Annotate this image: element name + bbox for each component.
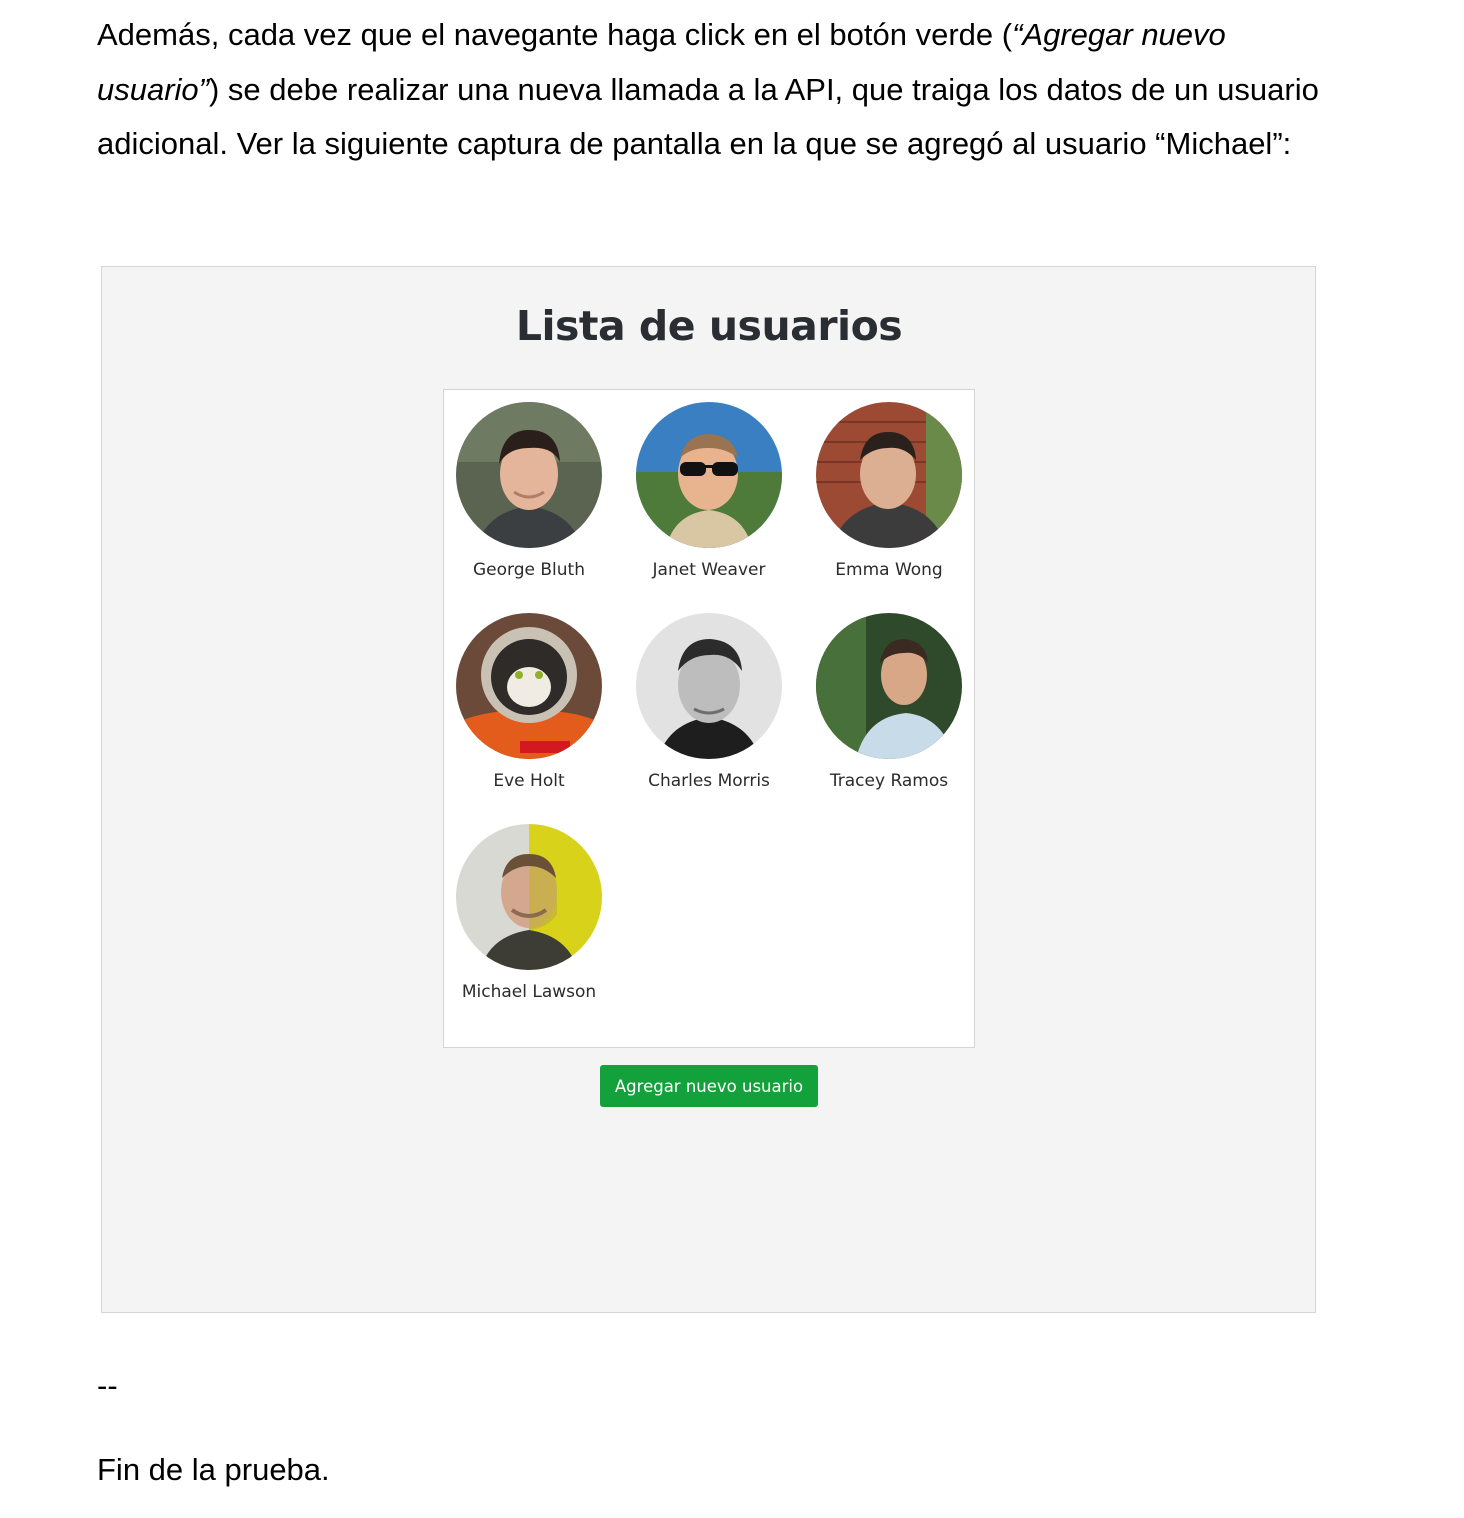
avatar: [636, 402, 782, 548]
avatar: [816, 613, 962, 759]
add-user-button[interactable]: Agregar nuevo usuario: [600, 1065, 818, 1107]
avatar: [456, 402, 602, 548]
separator-text: --: [97, 1368, 118, 1403]
user-name: Emma Wong: [835, 560, 943, 580]
closing-text: Fin de la prueba.: [97, 1452, 330, 1487]
avatar: [816, 402, 962, 548]
avatar: [456, 613, 602, 759]
avatar: [636, 613, 782, 759]
user-item-emma-wong: Emma Wong: [799, 402, 979, 580]
user-item-michael-lawson: Michael Lawson: [439, 824, 619, 1002]
avatar: [456, 824, 602, 970]
intro-text-start: Además, cada vez que el navegante haga c…: [97, 17, 1013, 52]
intro-paragraph: Además, cada vez que el navegante haga c…: [97, 8, 1337, 172]
intro-text-end: ) se debe realizar una nueva llamada a l…: [97, 71, 1319, 162]
user-item-george-bluth: George Bluth: [439, 402, 619, 580]
user-name: George Bluth: [473, 560, 585, 580]
user-item-charles-morris: Charles Morris: [619, 613, 799, 791]
user-name: Tracey Ramos: [829, 771, 949, 791]
user-name: Michael Lawson: [461, 982, 597, 1002]
user-name: Charles Morris: [648, 771, 770, 791]
user-item-janet-weaver: Janet Weaver: [619, 402, 799, 580]
page-title: Lista de usuarios: [515, 302, 903, 350]
user-item-eve-holt: Eve Holt: [439, 613, 619, 791]
user-name: Janet Weaver: [652, 560, 766, 580]
user-name: Eve Holt: [493, 771, 565, 791]
user-item-tracey-ramos: Tracey Ramos: [799, 613, 979, 791]
user-list-card: George Bluth Janet Weaver Emma Wong Eve …: [443, 389, 975, 1048]
